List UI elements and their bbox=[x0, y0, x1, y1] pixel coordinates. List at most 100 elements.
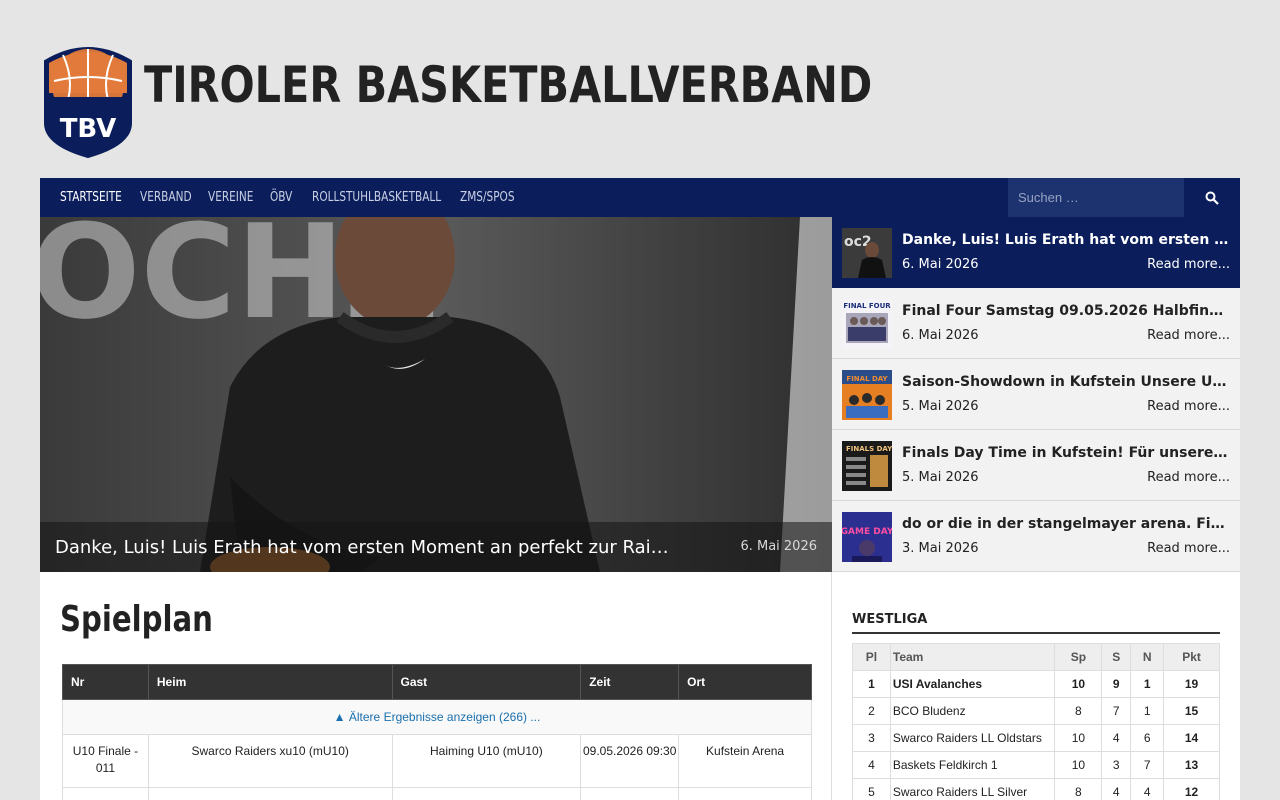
news-item[interactable]: oc2 Danke, Luis! Luis Erath hat vom erst… bbox=[832, 217, 1240, 288]
column-header-heim: Heim bbox=[147, 664, 393, 700]
page-title: Spielplan bbox=[60, 599, 213, 640]
news-title[interactable]: Finals Day Time in Kufstein! Für unsere … bbox=[902, 443, 1230, 463]
cell-n: 1 bbox=[1130, 697, 1165, 725]
column-header-nr: Nr bbox=[62, 664, 149, 700]
featured-slider[interactable]: OCHZ Danke, Luis! Luis Erath hat vom ers… bbox=[40, 217, 832, 572]
cell-s: 4 bbox=[1101, 724, 1132, 752]
cell-sp: 8 bbox=[1054, 697, 1103, 725]
news-date: 5. Mai 2026 bbox=[902, 399, 979, 414]
main-navigation: STARTSEITE VERBAND VEREINE ÖBV ROLLSTUHL… bbox=[40, 178, 1240, 217]
cell-pkt: 12 bbox=[1163, 778, 1220, 800]
search-input[interactable] bbox=[1008, 178, 1184, 217]
nav-item-rollstuhlbasketball[interactable]: ROLLSTUHLBASKETBALL bbox=[312, 178, 441, 217]
nav-item-oebv[interactable]: ÖBV bbox=[270, 178, 292, 217]
news-title[interactable]: Danke, Luis! Luis Erath hat vom ersten M… bbox=[902, 230, 1230, 250]
column-header-s: S bbox=[1101, 643, 1132, 671]
cell-heim[interactable]: Swarco Raiders xu10 (mU10) bbox=[147, 734, 393, 788]
read-more-link[interactable]: Read more... bbox=[1147, 397, 1230, 417]
cell-pl: 3 bbox=[852, 724, 891, 752]
site-title[interactable]: TIROLER BASKETBALLVERBAND bbox=[144, 54, 872, 116]
svg-text:FINAL DAY: FINAL DAY bbox=[846, 375, 888, 383]
older-results-row[interactable]: ▲ Ältere Ergebnisse anzeigen (266) ... bbox=[62, 699, 812, 735]
column-header-team: Team bbox=[889, 643, 1056, 671]
news-title[interactable]: Final Four Samstag 09.05.2026 Halbfinale… bbox=[902, 301, 1230, 321]
svg-text:TBV: TBV bbox=[60, 114, 117, 144]
featured-image: OCHZ bbox=[40, 217, 832, 572]
league-title: WESTLIGA bbox=[852, 612, 1220, 634]
cell-zeit: 09.05.2026 09:30 bbox=[580, 734, 680, 788]
news-thumbnail: FINALS DAY bbox=[842, 441, 892, 491]
news-date: 6. Mai 2026 bbox=[902, 328, 979, 343]
cell-sp: 10 bbox=[1054, 751, 1103, 779]
news-item[interactable]: FINALS DAY Finals Day Time in Kufstein! … bbox=[832, 430, 1240, 501]
cell-team[interactable]: Swarco Raiders LL Silver bbox=[889, 778, 1056, 800]
nav-item-verband[interactable]: VERBAND bbox=[140, 178, 192, 217]
news-thumbnail: oc2 bbox=[842, 228, 892, 278]
nav-item-vereine[interactable]: VEREINE bbox=[208, 178, 253, 217]
column-header-pl: Pl bbox=[852, 643, 891, 671]
nav-item-startseite[interactable]: STARTSEITE bbox=[60, 178, 122, 217]
read-more-link[interactable]: Read more... bbox=[1147, 468, 1230, 488]
svg-text:FINAL FOUR: FINAL FOUR bbox=[843, 302, 891, 310]
news-list: oc2 Danke, Luis! Luis Erath hat vom erst… bbox=[832, 217, 1240, 572]
site-header: TBV TIROLER BASKETBALLVERBAND bbox=[40, 40, 1240, 160]
cell-n: 1 bbox=[1130, 670, 1165, 698]
cell-sp: 10 bbox=[1054, 670, 1103, 698]
cell-gast[interactable]: Haiming U10 (mU10) bbox=[391, 734, 582, 788]
news-date: 5. Mai 2026 bbox=[902, 470, 979, 485]
column-header-pkt: Pkt bbox=[1163, 643, 1220, 671]
cell-pkt: 15 bbox=[1163, 697, 1220, 725]
table-row: 2 BCO Bludenz 8 7 1 15 bbox=[852, 697, 1220, 725]
show-older-results-link[interactable]: ▲ Ältere Ergebnisse anzeigen (266) ... bbox=[62, 699, 812, 735]
cell-team[interactable]: BCO Bludenz bbox=[889, 697, 1056, 725]
featured-caption: Danke, Luis! Luis Erath hat vom ersten M… bbox=[40, 522, 832, 572]
cell-pkt: 14 bbox=[1163, 724, 1220, 752]
featured-title[interactable]: Danke, Luis! Luis Erath hat vom ersten M… bbox=[55, 537, 680, 559]
news-title[interactable]: Saison-Showdown in Kufstein Unsere U16 t… bbox=[902, 372, 1230, 392]
news-thumbnail: GAME DAY bbox=[842, 512, 892, 562]
schedule-table: Nr Heim Gast Zeit Ort ▲ Ältere Ergebniss… bbox=[62, 664, 812, 800]
cell-pkt: 19 bbox=[1163, 670, 1220, 698]
news-item[interactable]: GAME DAY do or die in der stangelmayer a… bbox=[832, 501, 1240, 572]
table-row: 4 Baskets Feldkirch 1 10 3 7 13 bbox=[852, 751, 1220, 779]
column-header-n: N bbox=[1130, 643, 1165, 671]
cell-team[interactable]: USI Avalanches bbox=[889, 670, 1056, 698]
search-button[interactable] bbox=[1184, 178, 1240, 217]
svg-text:GAME DAY: GAME DAY bbox=[842, 527, 892, 537]
table-header-row: Pl Team Sp S N Pkt bbox=[852, 643, 1220, 671]
nav-item-zms-spos[interactable]: ZMS/SPOS bbox=[460, 178, 515, 217]
cell-pl: 2 bbox=[852, 697, 891, 725]
svg-text:FINALS DAY: FINALS DAY bbox=[846, 445, 892, 453]
column-header-sp: Sp bbox=[1054, 643, 1103, 671]
cell-sp: 8 bbox=[1054, 778, 1103, 800]
tbv-logo[interactable]: TBV bbox=[41, 41, 135, 159]
search-icon bbox=[1205, 191, 1219, 205]
news-item[interactable]: FINAL DAY Saison-Showdown in Kufstein Un… bbox=[832, 359, 1240, 430]
featured-date: 6. Mai 2026 bbox=[740, 539, 817, 554]
news-date: 3. Mai 2026 bbox=[902, 541, 979, 556]
main-content: Spielplan Nr Heim Gast Zeit Ort ▲ Ältere… bbox=[40, 572, 832, 800]
read-more-link[interactable]: Read more... bbox=[1147, 255, 1230, 275]
league-table: Pl Team Sp S N Pkt 1 USI Avalanches 10 9… bbox=[852, 643, 1220, 800]
cell-s: 3 bbox=[1101, 751, 1132, 779]
column-header-ort: Ort bbox=[678, 664, 812, 700]
cell-nr: U10 Finale - 011 bbox=[62, 734, 149, 788]
cell-n: 7 bbox=[1130, 751, 1165, 779]
cell-s: 9 bbox=[1101, 670, 1132, 698]
read-more-link[interactable]: Read more... bbox=[1147, 539, 1230, 559]
news-title[interactable]: do or die in der stangelmayer arena. Fig… bbox=[902, 514, 1230, 534]
news-thumbnail: FINAL FOUR bbox=[842, 299, 892, 349]
news-item[interactable]: FINAL FOUR Final Four Samstag 09.05.2026… bbox=[832, 288, 1240, 359]
news-date: 6. Mai 2026 bbox=[902, 257, 979, 272]
table-header-row: Nr Heim Gast Zeit Ort bbox=[62, 664, 812, 700]
cell-team[interactable]: Baskets Feldkirch 1 bbox=[889, 751, 1056, 779]
table-row: U10 Finale - 011 Swarco Raiders xu10 (mU… bbox=[62, 734, 812, 788]
cell-s: 4 bbox=[1101, 778, 1132, 800]
table-row: 1 USI Avalanches 10 9 1 19 bbox=[852, 670, 1220, 698]
cell-team[interactable]: Swarco Raiders LL Oldstars bbox=[889, 724, 1056, 752]
sidebar: WESTLIGA Pl Team Sp S N Pkt 1 USI Avalan… bbox=[832, 572, 1240, 800]
news-thumbnail: FINAL DAY bbox=[842, 370, 892, 420]
table-row bbox=[62, 787, 812, 800]
read-more-link[interactable]: Read more... bbox=[1147, 326, 1230, 346]
table-row: 5 Swarco Raiders LL Silver 8 4 4 12 bbox=[852, 778, 1220, 800]
